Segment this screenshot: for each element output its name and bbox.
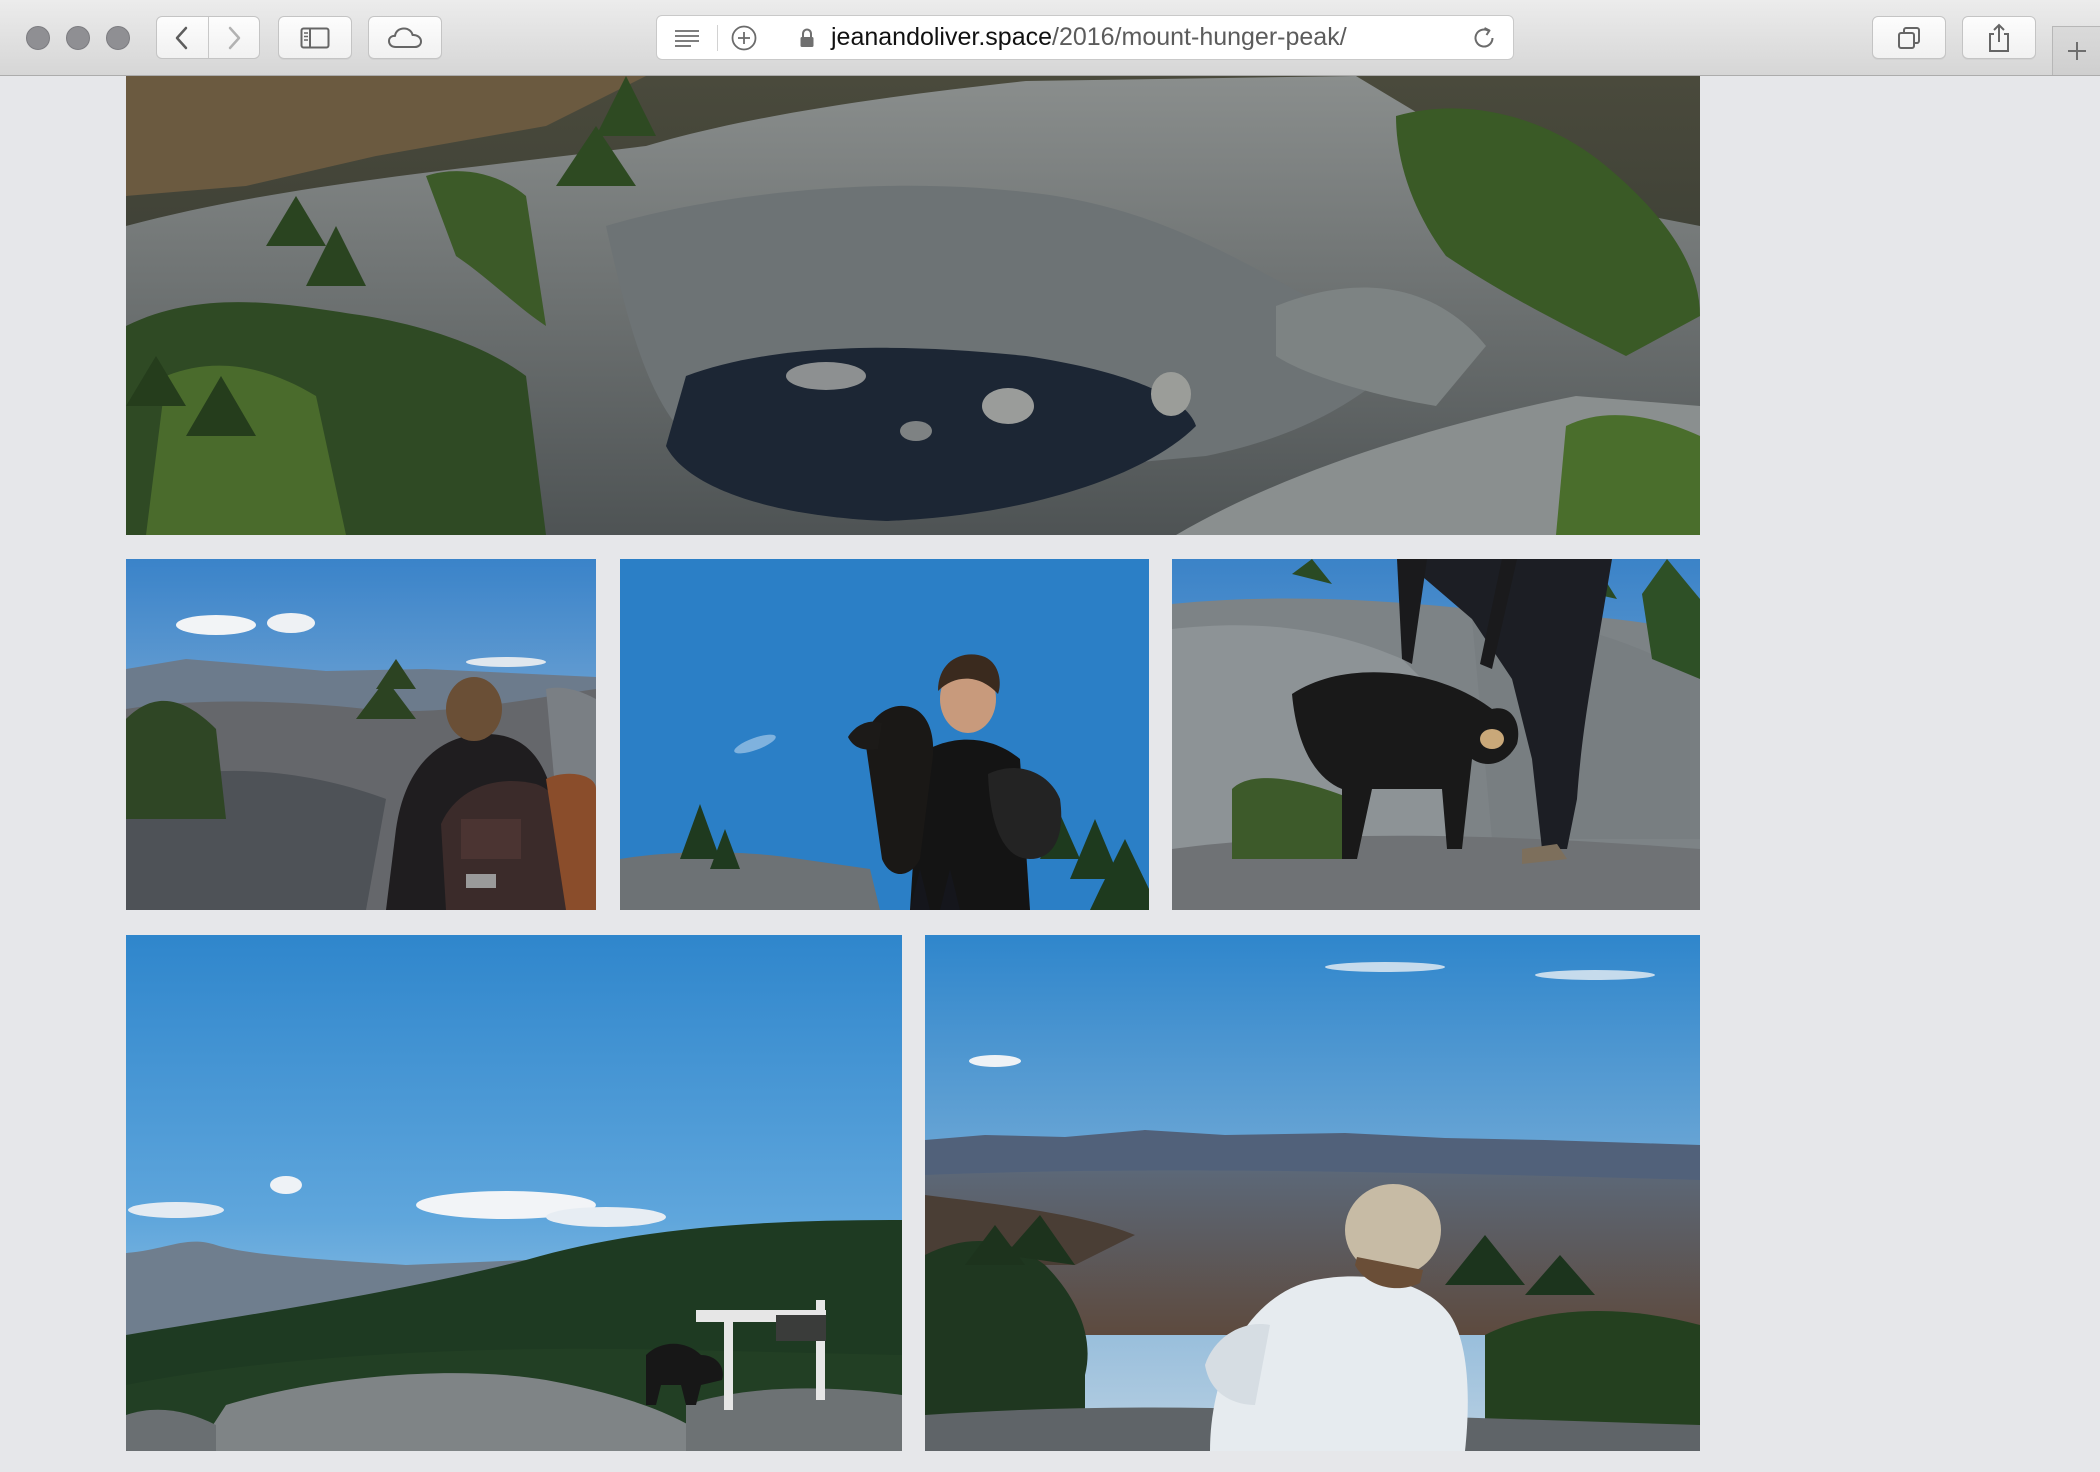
lock-icon [797, 16, 817, 59]
reader-button[interactable] [669, 16, 705, 59]
photo-dog-at-summit-sign[interactable] [126, 935, 902, 1451]
sidebar-icon [300, 27, 330, 48]
share-button[interactable] [1962, 16, 2036, 59]
icloud-tabs-button[interactable] [368, 16, 442, 59]
add-bookmark-button[interactable] [727, 16, 761, 59]
zoom-icon[interactable] [106, 26, 130, 50]
share-icon [1989, 23, 2009, 52]
tabs-overview-icon [1898, 26, 1920, 49]
tabs-overview-button[interactable] [1872, 16, 1946, 59]
browser-toolbar: jeanandoliver.space/2016/mount-hunger-pe… [0, 0, 2100, 76]
icloud-icon [388, 27, 422, 48]
page-content [0, 76, 2100, 1472]
photo-hiker-backpack-view[interactable] [126, 559, 596, 910]
sidebar-button[interactable] [278, 16, 352, 59]
address-divider [717, 25, 718, 51]
url-path: /2016/mount-hunger-peak/ [1052, 23, 1347, 51]
browser-window: jeanandoliver.space/2016/mount-hunger-pe… [0, 0, 2100, 1472]
minimize-icon[interactable] [66, 26, 90, 50]
add-icon [731, 25, 757, 50]
url-text[interactable]: jeanandoliver.space/2016/mount-hunger-pe… [831, 16, 1347, 59]
reader-icon [675, 29, 699, 47]
new-tab-button[interactable] [2052, 26, 2100, 75]
reload-icon [1474, 26, 1494, 47]
photo-person-holding-dog[interactable] [620, 559, 1149, 910]
new-tab-icon [2067, 42, 2086, 60]
reload-button[interactable] [1469, 16, 1499, 59]
forward-button[interactable] [207, 17, 260, 58]
back-button[interactable] [157, 17, 208, 58]
url-host: jeanandoliver.space [831, 23, 1052, 51]
back-icon [176, 26, 188, 49]
navigation-buttons [156, 16, 260, 59]
close-icon[interactable] [26, 26, 50, 50]
photo-rocky-pool[interactable] [126, 76, 1700, 535]
address-bar[interactable]: jeanandoliver.space/2016/mount-hunger-pe… [656, 15, 1514, 60]
photo-petting-dog-on-rock[interactable] [1172, 559, 1700, 910]
photo-person-in-beanie-view[interactable] [925, 935, 1700, 1451]
forward-icon [228, 26, 240, 49]
